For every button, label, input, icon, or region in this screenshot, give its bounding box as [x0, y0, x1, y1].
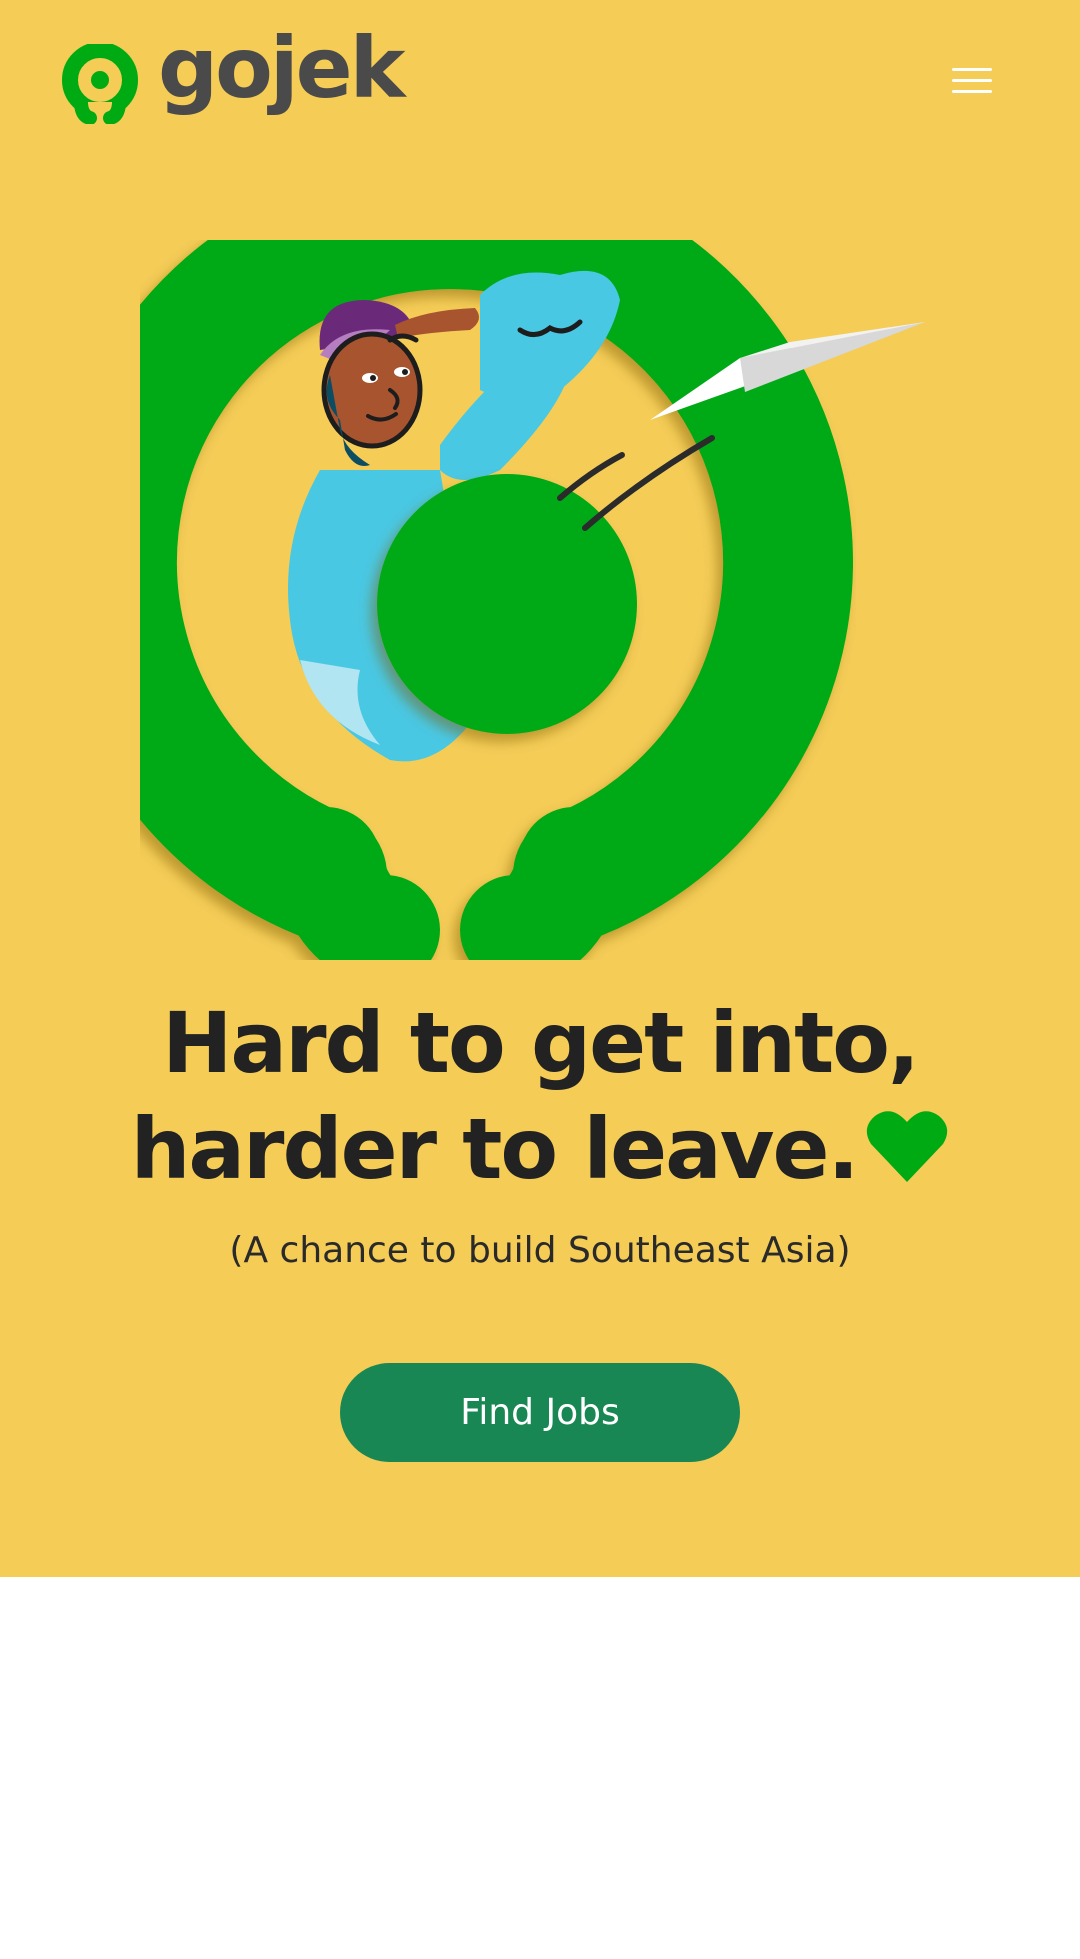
headline-line-1: Hard to get into,	[162, 994, 920, 1092]
hero-headline: Hard to get into, harder to leave.	[40, 990, 1040, 1202]
content-area	[0, 1577, 1080, 1959]
headline-line-2-wrap: harder to leave.	[40, 1096, 1040, 1202]
find-jobs-button[interactable]: Find Jobs	[340, 1363, 740, 1462]
gojek-logo-icon	[62, 44, 138, 124]
brand-wordmark: gojek	[158, 19, 405, 117]
heart-icon	[867, 1111, 948, 1182]
hero-section: gojek Hard to get into, harder to leave.…	[0, 0, 1080, 1577]
gojek-logo[interactable]: gojek	[60, 26, 405, 130]
site-header: gojek	[0, 0, 1080, 170]
menu-button[interactable]	[944, 58, 1000, 102]
hero-illustration	[140, 240, 925, 960]
hero-subheadline: (A chance to build Southeast Asia)	[229, 1230, 851, 1271]
headline-line-2: harder to leave.	[130, 1100, 860, 1198]
